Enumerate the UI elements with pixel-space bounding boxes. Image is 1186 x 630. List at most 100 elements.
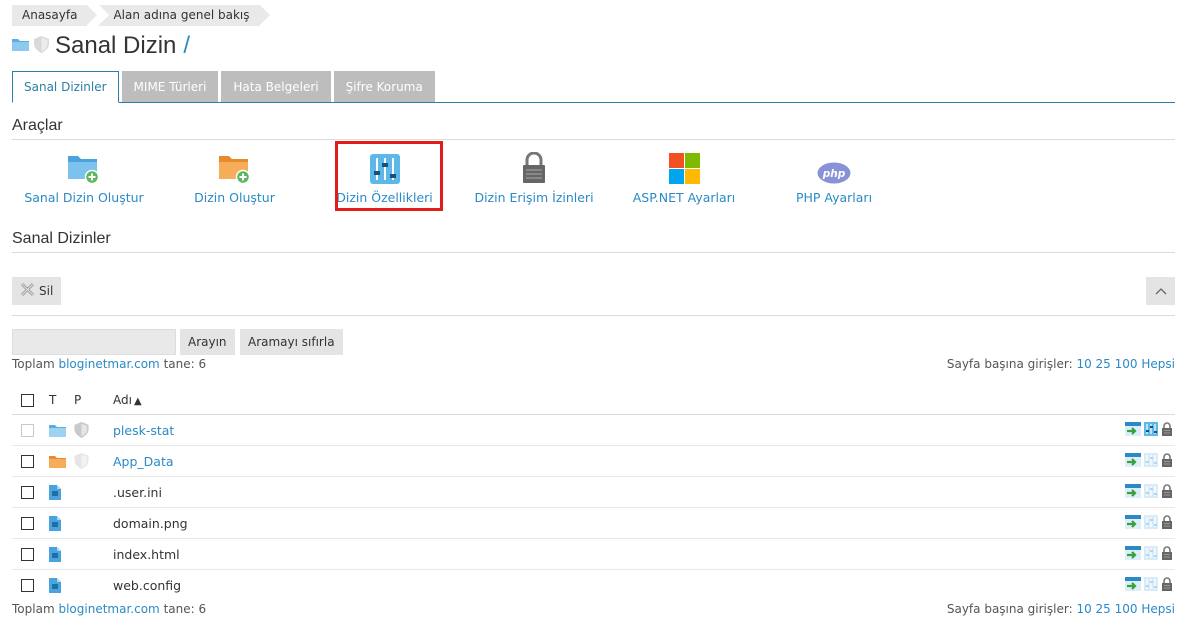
total-domain-link[interactable]: bloginetmar.com (58, 602, 159, 616)
row-actions (1113, 577, 1175, 594)
tools-section-title: Araçlar (12, 117, 63, 134)
collapse-button[interactable] (1146, 277, 1175, 305)
folder-orange-icon (42, 455, 72, 468)
tool-create-directory[interactable]: Dizin Oluştur (194, 150, 275, 210)
row-checkbox-cell (12, 579, 42, 592)
delete-button-label: Sil (39, 284, 54, 298)
tool-php-settings[interactable]: php PHP Ayarları (795, 150, 873, 210)
delete-x-icon (20, 282, 35, 300)
open-in-browser-icon[interactable] (1125, 545, 1141, 563)
entries-per-page-label: Sayfa başına girişler: (946, 602, 1073, 616)
total-count: Toplam bloginetmar.com tane: 6 (12, 357, 206, 371)
list-section-title: Sanal Dizinler (12, 230, 111, 247)
table-row: index.html (12, 539, 1175, 570)
open-in-browser-icon[interactable] (1125, 514, 1141, 532)
file-table: T P Adı ▲ plesk-stat App_Data .user.ini doma… (12, 386, 1175, 601)
entries-per-page-label: Sayfa başına girişler: (946, 357, 1073, 371)
open-in-browser-icon[interactable] (1125, 452, 1141, 470)
column-name-label: Adı (113, 393, 132, 407)
page-title-path[interactable]: / (183, 32, 190, 60)
access-permissions-lock-icon[interactable] (1161, 545, 1173, 563)
shield-icon (34, 35, 49, 57)
row-checkbox (21, 423, 34, 437)
row-actions (1113, 452, 1175, 470)
tool-label: Sanal Dizin Oluştur (24, 190, 144, 205)
sort-ascending-icon: ▲ (133, 396, 142, 407)
access-permissions-lock-icon[interactable] (1161, 452, 1173, 470)
breadcrumb-domain-overview[interactable]: Alan adına genel bakış (99, 5, 270, 26)
row-checkbox[interactable] (21, 579, 34, 592)
column-type: T (49, 393, 57, 407)
row-name[interactable]: App_Data (113, 454, 1113, 469)
row-name: domain.png (113, 515, 188, 531)
select-all-checkbox[interactable] (21, 393, 34, 407)
per-page-100[interactable]: 100 (1115, 357, 1138, 371)
tab-virtual-directories[interactable]: Sanal Dizinler (12, 71, 119, 103)
tab-password-protection[interactable]: Şifre Koruma (333, 71, 435, 102)
row-checkbox[interactable] (21, 485, 34, 499)
directory-properties-icon (1144, 577, 1158, 594)
tab-mime-types[interactable]: MIME Türleri (121, 71, 219, 102)
per-page-all[interactable]: Hepsi (1141, 357, 1175, 371)
access-permissions-lock-icon[interactable] (1161, 421, 1173, 439)
tool-label: Dizin Erişim İzinleri (474, 190, 594, 205)
row-name: index.html (113, 546, 180, 562)
per-page-25[interactable]: 25 (1096, 357, 1111, 371)
open-in-browser-icon[interactable] (1125, 483, 1141, 501)
search-input[interactable] (12, 329, 176, 355)
tool-directory-access-permissions[interactable]: Dizin Erişim İzinleri (474, 150, 594, 210)
delete-button[interactable]: Sil (12, 277, 61, 305)
row-checkbox[interactable] (21, 516, 34, 530)
access-permissions-lock-icon[interactable] (1161, 577, 1173, 594)
tool-label: PHP Ayarları (795, 190, 873, 205)
per-page-10[interactable]: 10 (1076, 357, 1091, 371)
folder-add-icon (67, 150, 101, 184)
divider (12, 315, 1175, 316)
divider (12, 139, 1175, 140)
file-icon (42, 578, 72, 593)
lock-icon (521, 150, 547, 184)
entries-per-page: Sayfa başına girişler: 10 25 100 Hepsi (947, 357, 1175, 371)
row-checkbox[interactable] (21, 454, 34, 468)
reset-search-button[interactable]: Aramayı sıfırla (240, 329, 343, 355)
tool-label: Dizin Oluştur (194, 190, 275, 205)
page-title: Sanal Dizin (55, 32, 177, 59)
row-name: web.config (113, 578, 182, 593)
tool-aspnet-settings[interactable]: ASP.NET Ayarları (633, 150, 735, 210)
row-actions (1113, 514, 1175, 532)
table-row: plesk-stat (12, 415, 1175, 446)
total-count-footer: Toplam bloginetmar.com tane: 6 (12, 602, 206, 616)
page-header: Sanal Dizin / (12, 32, 190, 60)
directory-properties-icon[interactable] (1144, 421, 1158, 439)
row-checkbox[interactable] (21, 547, 34, 561)
php-icon: php (817, 150, 851, 184)
table-row: App_Data (12, 446, 1175, 477)
breadcrumb: Anasayfa Alan adına genel bakış (12, 5, 272, 26)
access-permissions-lock-icon[interactable] (1161, 514, 1173, 532)
windows-icon (668, 150, 700, 184)
row-checkbox-cell (12, 423, 42, 437)
select-all-cell (12, 393, 42, 407)
search-button[interactable]: Arayın (180, 329, 235, 355)
row-checkbox-cell (12, 485, 42, 499)
tool-create-virtual-directory[interactable]: Sanal Dizin Oluştur (24, 150, 144, 210)
directory-properties-icon (1144, 545, 1158, 563)
access-permissions-lock-icon[interactable] (1161, 483, 1173, 501)
open-in-browser-icon[interactable] (1125, 577, 1141, 594)
row-name[interactable]: plesk-stat (113, 423, 1113, 438)
open-in-browser-icon[interactable] (1125, 421, 1141, 439)
directory-properties-icon (1144, 483, 1158, 501)
per-page-all[interactable]: Hepsi (1141, 602, 1175, 616)
total-suffix: tane: 6 (163, 357, 207, 371)
highlight-box (335, 141, 443, 211)
total-prefix: Toplam (12, 602, 55, 616)
tab-error-documents[interactable]: Hata Belgeleri (221, 71, 331, 102)
file-icon (42, 515, 72, 531)
column-name[interactable]: Adı ▲ (113, 393, 1175, 407)
breadcrumb-home[interactable]: Anasayfa (12, 5, 98, 26)
per-page-100[interactable]: 100 (1115, 602, 1138, 616)
total-domain-link[interactable]: bloginetmar.com (58, 357, 159, 371)
row-checkbox-cell (12, 454, 42, 468)
per-page-10[interactable]: 10 (1076, 602, 1091, 616)
per-page-25[interactable]: 25 (1096, 602, 1111, 616)
